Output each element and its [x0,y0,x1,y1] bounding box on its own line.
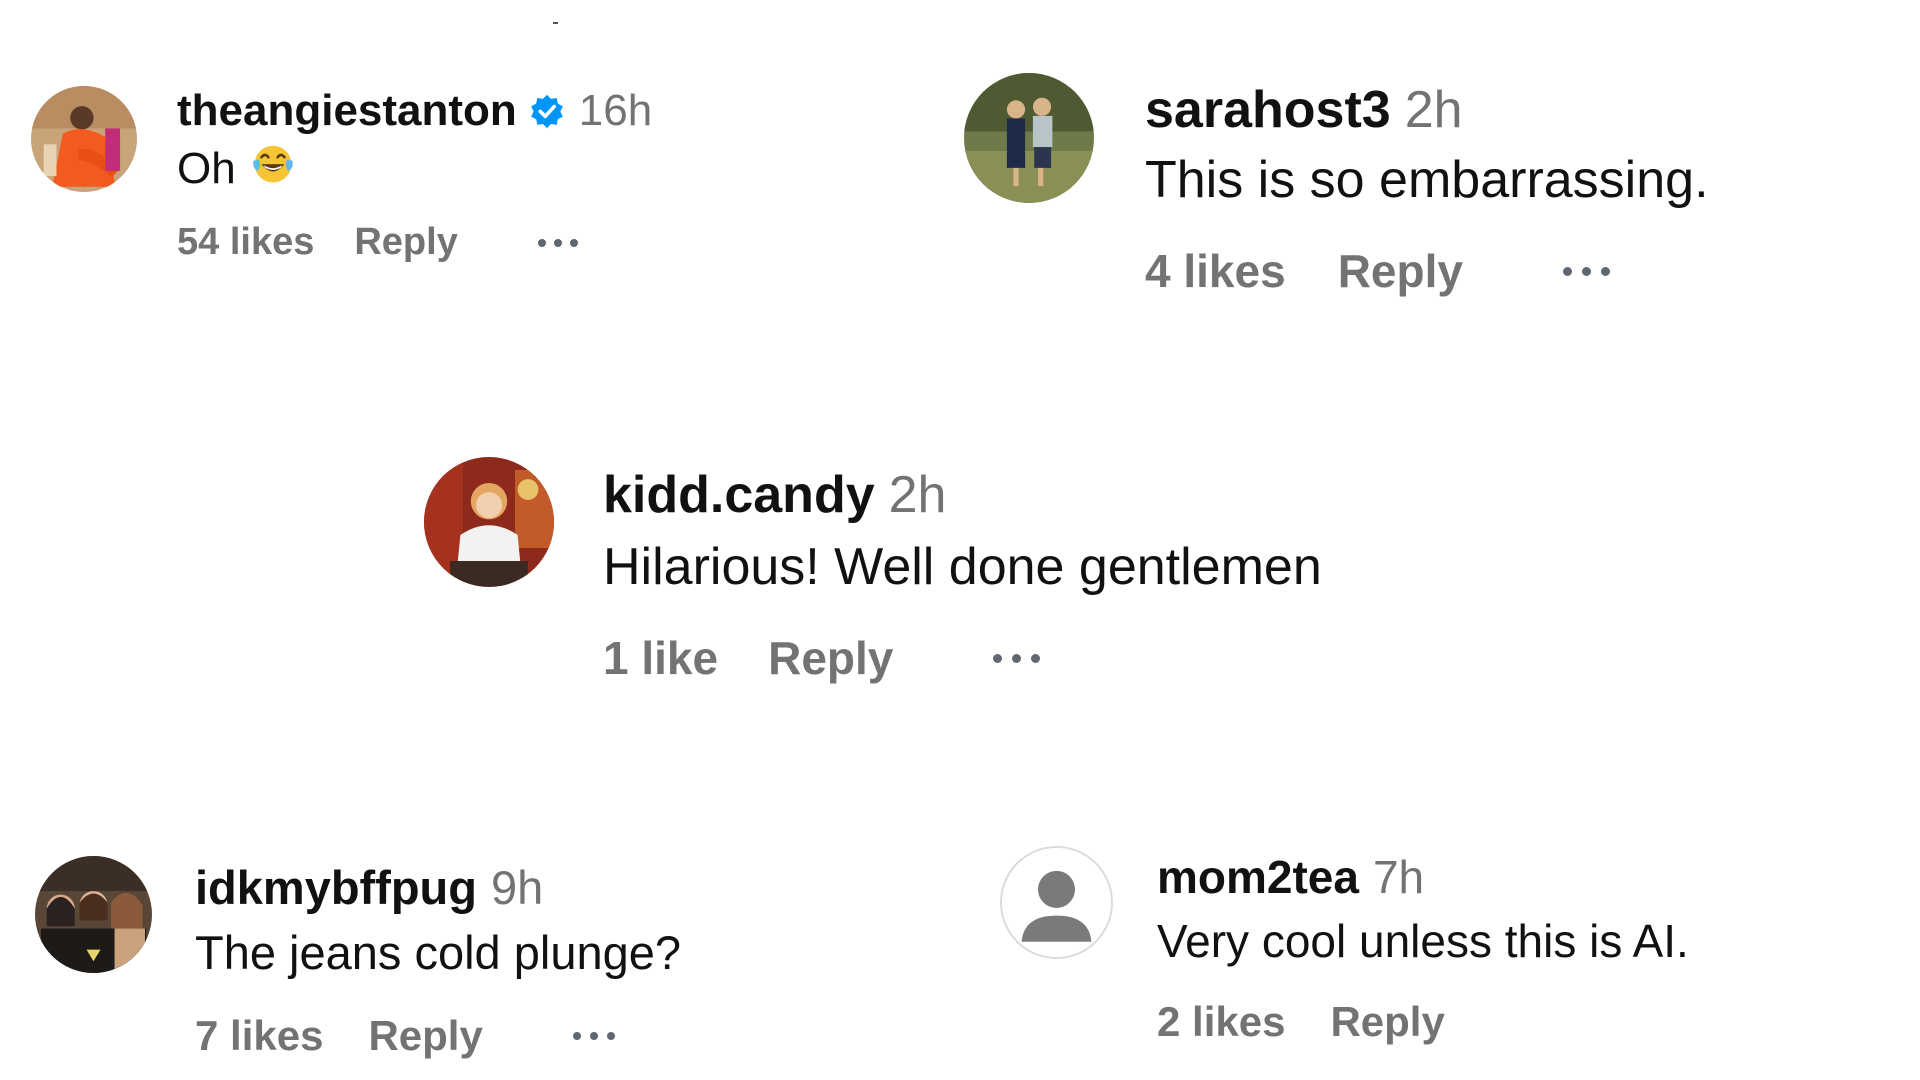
verified-badge-icon [529,93,565,129]
more-options-icon[interactable] [993,653,1050,663]
username[interactable]: sarahost3 [1145,80,1391,140]
comment-timestamp: 16h [578,86,653,135]
comment-body: kidd.candy 2h Hilarious! Well done gentl… [603,465,1322,685]
reply-button[interactable]: Reply [354,221,457,264]
reply-button[interactable]: Reply [368,1012,482,1060]
face-with-tears-of-joy-icon [250,140,296,197]
comment-text: Very cool unless this is AI. [1157,915,1689,967]
comment-timestamp: 2h [1404,81,1463,139]
comment-actions: 1 like Reply [603,631,1322,685]
comment-header: sarahost3 2h [1145,80,1709,140]
comment-header: idkmybffpug 9h [195,860,681,915]
comment-timestamp: 9h [490,861,544,914]
comment-timestamp: 2h [888,466,947,524]
username[interactable]: kidd.candy [603,465,875,525]
comment-text: This is so embarrassing. [1145,151,1709,209]
avatar[interactable] [1000,846,1113,959]
comment-text: The jeans cold plunge? [195,926,682,979]
likes-count[interactable]: 2 likes [1157,998,1285,1046]
comment-actions: 4 likes Reply [1145,244,1709,298]
comment-body: mom2tea 7h Very cool unless this is AI. … [1157,850,1689,1046]
comment-header: mom2tea 7h [1157,850,1689,904]
username[interactable]: idkmybffpug [195,860,477,915]
likes-count[interactable]: 54 likes [177,221,314,264]
comment-header: kidd.candy 2h [603,465,1322,525]
likes-count[interactable]: 7 likes [195,1012,323,1060]
comment-body: theangiestanton 16h Oh 54 likes Reply [177,86,652,264]
more-options-icon[interactable] [537,238,586,247]
avatar[interactable] [35,856,152,973]
reply-button[interactable]: Reply [1330,998,1444,1046]
default-avatar-icon [1002,848,1111,957]
profile-photo-icon [424,457,554,587]
more-options-icon[interactable] [572,1032,624,1040]
likes-count[interactable]: 1 like [603,631,718,685]
reply-button[interactable]: Reply [768,631,893,685]
avatar[interactable] [31,86,137,192]
comment-actions: 2 likes Reply [1157,998,1689,1046]
username[interactable]: mom2tea [1157,850,1359,904]
comment-text-row: Oh [177,140,652,197]
comment-text: Oh [177,143,236,193]
avatar[interactable] [424,457,554,587]
comment-actions: 7 likes Reply [195,1012,681,1060]
username[interactable]: theangiestanton [177,86,517,136]
more-options-icon[interactable] [1562,266,1620,276]
avatar[interactable] [964,73,1094,203]
reply-button[interactable]: Reply [1338,244,1463,298]
comment-timestamp: 7h [1372,851,1425,903]
stray-mark [553,22,558,24]
profile-photo-icon [964,73,1094,203]
comment-actions: 54 likes Reply [177,221,652,264]
profile-photo-icon [31,86,137,192]
comment-header: theangiestanton 16h [177,86,652,136]
comment-body: idkmybffpug 9h The jeans cold plunge? 7 … [195,860,681,1060]
comment-body: sarahost3 2h This is so embarrassing. 4 … [1145,80,1709,298]
likes-count[interactable]: 4 likes [1145,244,1286,298]
comment-text: Hilarious! Well done gentlemen [603,538,1322,596]
profile-photo-icon [35,856,152,973]
